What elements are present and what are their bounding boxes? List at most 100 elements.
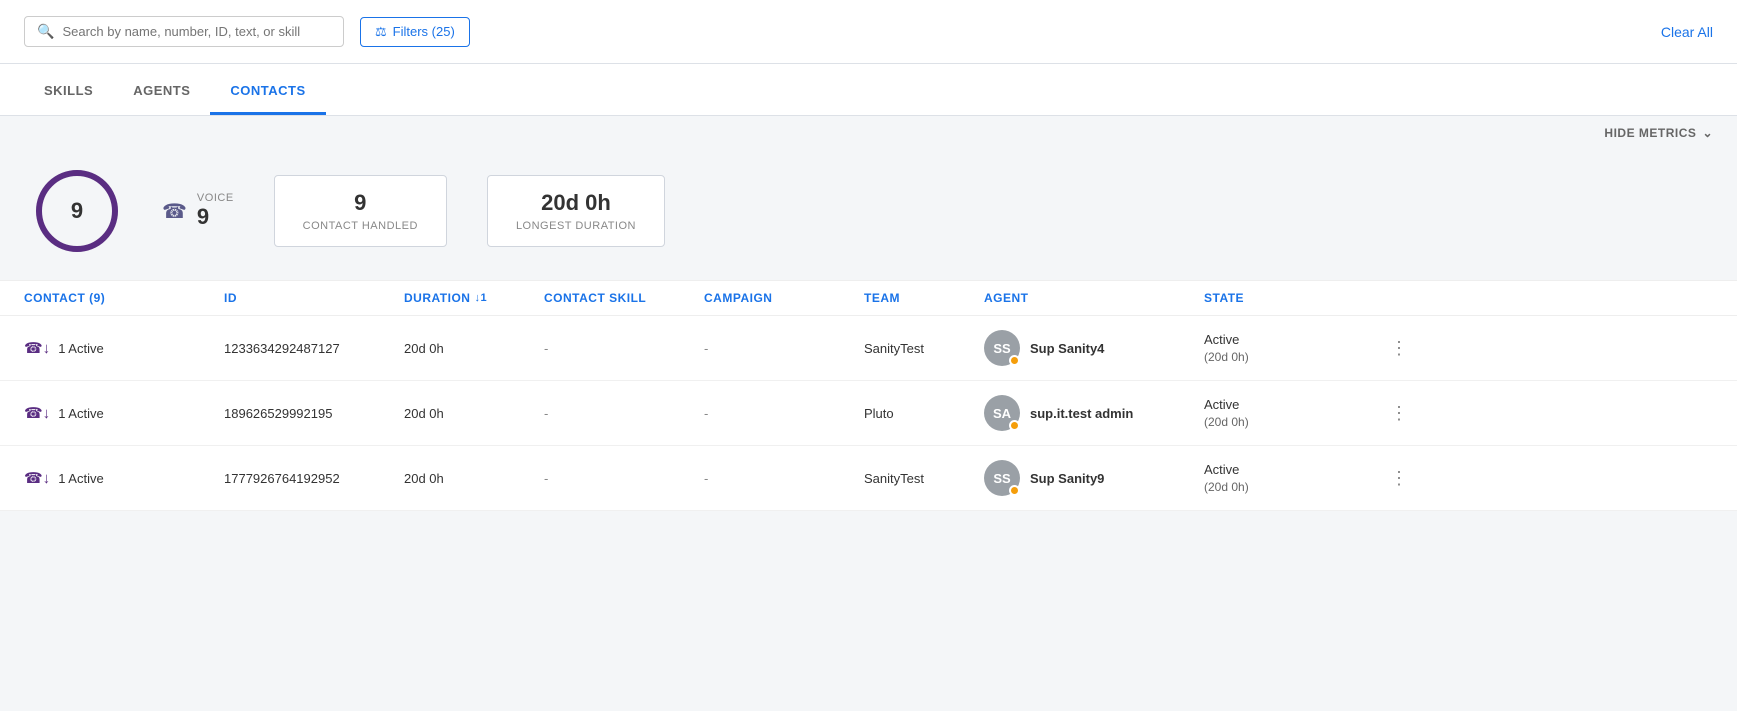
table-row: ☎↓ 1 Active 1777926764192952 20d 0h - - … — [0, 446, 1737, 511]
col-actions — [1384, 291, 1424, 305]
state-cell-1: Active (20d 0h) — [1204, 331, 1384, 366]
state-main-3: Active — [1204, 461, 1384, 479]
agent-name-2: sup.it.test admin — [1030, 406, 1133, 421]
filter-button[interactable]: ⚖ Filters (25) — [360, 17, 470, 47]
metrics-area: 9 ☎ VOICE 9 9 CONTACT HANDLED 20d 0h LON… — [0, 150, 1737, 280]
table-row: ☎↓ 1 Active 189626529992195 20d 0h - - P… — [0, 381, 1737, 446]
clear-all-button[interactable]: Clear All — [1661, 24, 1713, 40]
col-id: ID — [224, 291, 404, 305]
avatar-1: SS — [984, 330, 1020, 366]
agent-name-1: Sup Sanity4 — [1030, 341, 1104, 356]
contact-handled-label: CONTACT HANDLED — [303, 220, 418, 232]
more-actions-button-2[interactable]: ⋮ — [1384, 401, 1414, 426]
state-sub-1: (20d 0h) — [1204, 349, 1384, 366]
team-cell-3: SanityTest — [864, 471, 984, 486]
filter-label: Filters (25) — [393, 24, 455, 39]
contact-handled-card: 9 CONTACT HANDLED — [274, 175, 447, 247]
skill-cell-2: - — [544, 406, 704, 421]
search-icon: 🔍 — [37, 23, 54, 40]
filter-icon: ⚖ — [375, 24, 387, 40]
actions-cell-3: ⋮ — [1384, 466, 1424, 491]
team-cell-2: Pluto — [864, 406, 984, 421]
search-box: 🔍 — [24, 16, 344, 47]
state-cell-2: Active (20d 0h) — [1204, 396, 1384, 431]
table-row: ☎↓ 1 Active 1233634292487127 20d 0h - - … — [0, 316, 1737, 381]
longest-duration-label: LONGEST DURATION — [516, 220, 636, 232]
donut-value: 9 — [71, 198, 83, 224]
agent-cell-1: SS Sup Sanity4 — [984, 330, 1204, 366]
voice-count: 9 — [197, 204, 234, 230]
col-contact-skill: CONTACT SKILL — [544, 291, 704, 305]
longest-duration-card: 20d 0h LONGEST DURATION — [487, 175, 665, 247]
duration-cell-1: 20d 0h — [404, 341, 544, 356]
state-sub-2: (20d 0h) — [1204, 414, 1384, 431]
contact-label-1: 1 Active — [58, 341, 104, 356]
contact-label-2: 1 Active — [58, 406, 104, 421]
call-inbound-icon-2: ☎↓ — [24, 404, 50, 422]
col-campaign: CAMPAIGN — [704, 291, 864, 305]
state-cell-3: Active (20d 0h) — [1204, 461, 1384, 496]
state-main-1: Active — [1204, 331, 1384, 349]
id-cell-3: 1777926764192952 — [224, 471, 404, 486]
actions-cell-1: ⋮ — [1384, 336, 1424, 361]
contact-cell-2: ☎↓ 1 Active — [24, 404, 224, 422]
top-bar: 🔍 ⚖ Filters (25) Clear All — [0, 0, 1737, 64]
sort-icon: ↓1 — [474, 292, 487, 304]
col-agent: AGENT — [984, 291, 1204, 305]
campaign-cell-3: - — [704, 471, 864, 486]
state-sub-3: (20d 0h) — [1204, 479, 1384, 496]
agent-name-3: Sup Sanity9 — [1030, 471, 1104, 486]
duration-cell-2: 20d 0h — [404, 406, 544, 421]
campaign-cell-1: - — [704, 341, 864, 356]
agent-cell-3: SS Sup Sanity9 — [984, 460, 1204, 496]
col-contact: CONTACT (9) — [24, 291, 224, 305]
team-cell-1: SanityTest — [864, 341, 984, 356]
id-cell-1: 1233634292487127 — [224, 341, 404, 356]
tabs-bar: SKILLS AGENTS CONTACTS — [0, 64, 1737, 116]
contact-label-3: 1 Active — [58, 471, 104, 486]
state-main-2: Active — [1204, 396, 1384, 414]
agent-status-indicator-1 — [1009, 355, 1020, 366]
longest-duration-value: 20d 0h — [516, 190, 636, 216]
metrics-toggle-bar: HIDE METRICS ⌄ — [0, 116, 1737, 150]
call-inbound-icon: ☎↓ — [24, 339, 50, 357]
campaign-cell-2: - — [704, 406, 864, 421]
tab-contacts[interactable]: CONTACTS — [210, 69, 325, 115]
voice-info: VOICE 9 — [197, 192, 234, 230]
donut-chart: 9 — [32, 166, 122, 256]
contacts-table: CONTACT (9) ID DURATION ↓1 CONTACT SKILL… — [0, 280, 1737, 511]
col-team: TEAM — [864, 291, 984, 305]
agent-cell-2: SA sup.it.test admin — [984, 395, 1204, 431]
avatar-initials-2: SA — [993, 406, 1011, 421]
table-header: CONTACT (9) ID DURATION ↓1 CONTACT SKILL… — [0, 280, 1737, 316]
avatar-3: SS — [984, 460, 1020, 496]
search-input[interactable] — [62, 24, 331, 39]
agent-status-indicator-2 — [1009, 420, 1020, 431]
tab-agents[interactable]: AGENTS — [113, 69, 210, 115]
contact-cell-3: ☎↓ 1 Active — [24, 469, 224, 487]
contact-handled-value: 9 — [303, 190, 418, 216]
id-cell-2: 189626529992195 — [224, 406, 404, 421]
more-actions-button-1[interactable]: ⋮ — [1384, 336, 1414, 361]
avatar-initials-1: SS — [993, 341, 1010, 356]
duration-cell-3: 20d 0h — [404, 471, 544, 486]
agent-status-indicator-3 — [1009, 485, 1020, 496]
tab-skills[interactable]: SKILLS — [24, 69, 113, 115]
hide-metrics-button[interactable]: HIDE METRICS ⌄ — [1604, 126, 1713, 140]
voice-label: VOICE — [197, 192, 234, 204]
skill-cell-3: - — [544, 471, 704, 486]
avatar-2: SA — [984, 395, 1020, 431]
voice-icon: ☎ — [162, 199, 187, 224]
avatar-initials-3: SS — [993, 471, 1010, 486]
col-duration[interactable]: DURATION ↓1 — [404, 291, 544, 305]
call-inbound-icon-3: ☎↓ — [24, 469, 50, 487]
col-state: STATE — [1204, 291, 1384, 305]
actions-cell-2: ⋮ — [1384, 401, 1424, 426]
contact-cell-1: ☎↓ 1 Active — [24, 339, 224, 357]
hide-metrics-label: HIDE METRICS — [1604, 126, 1696, 140]
col-duration-label: DURATION — [404, 291, 470, 305]
more-actions-button-3[interactable]: ⋮ — [1384, 466, 1414, 491]
chevron-down-icon: ⌄ — [1702, 126, 1713, 140]
top-bar-left: 🔍 ⚖ Filters (25) — [24, 16, 470, 47]
skill-cell-1: - — [544, 341, 704, 356]
